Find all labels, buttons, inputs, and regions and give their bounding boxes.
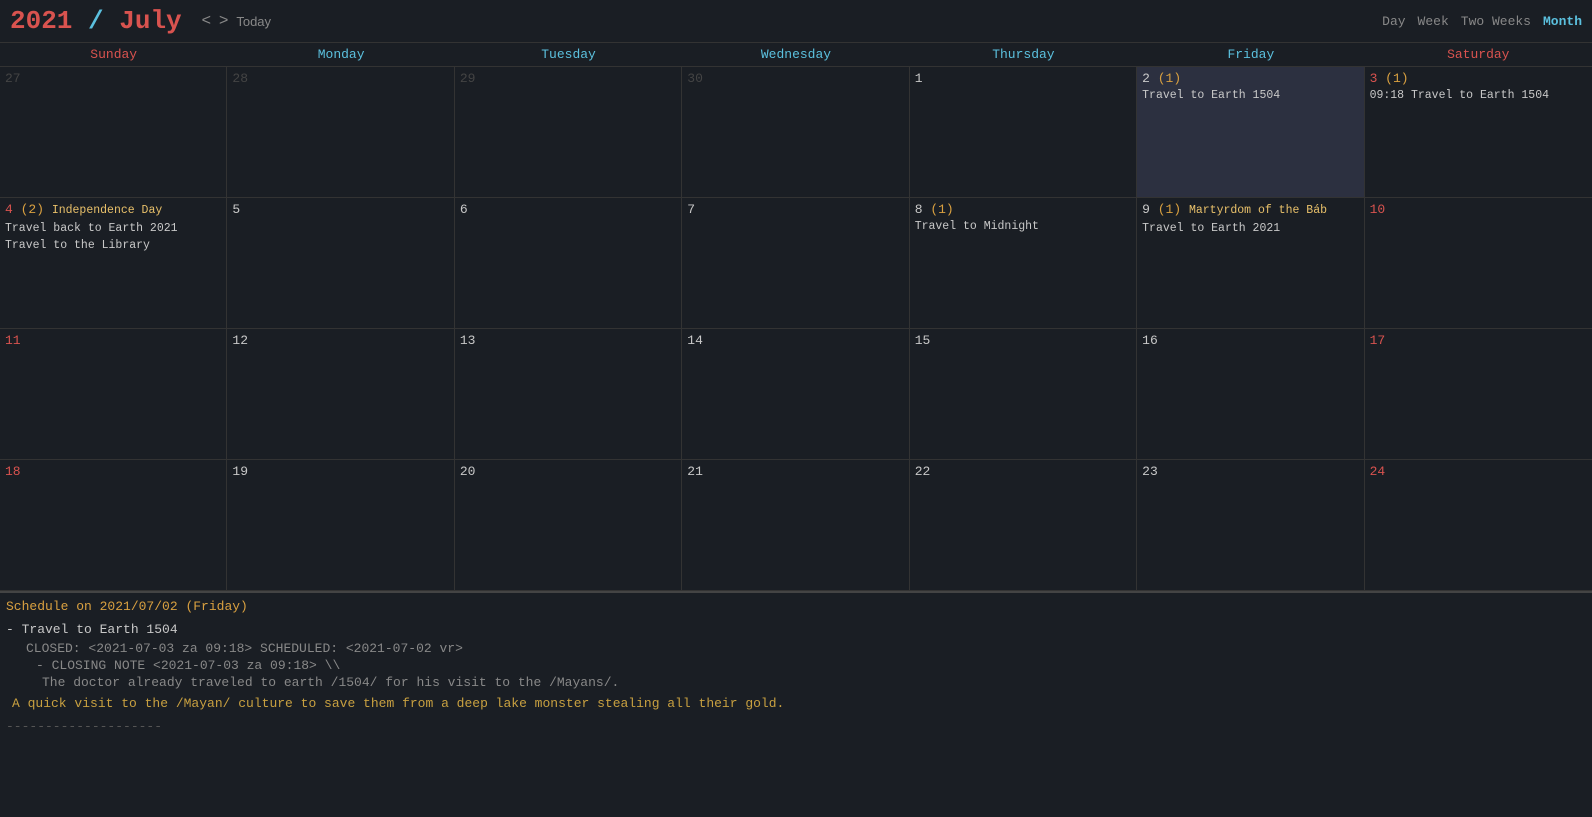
day-num: 14 xyxy=(687,333,903,348)
day-7-jul[interactable]: 7 xyxy=(682,198,909,328)
separator: / xyxy=(72,6,119,36)
day-num: 7 xyxy=(687,202,903,217)
header-wednesday: Wednesday xyxy=(682,43,909,66)
day-27-jun[interactable]: 27 xyxy=(0,67,227,197)
day-num: 13 xyxy=(460,333,676,348)
week-row-4: 18 19 20 21 22 23 24 xyxy=(0,460,1592,591)
day-5-jul[interactable]: 5 xyxy=(227,198,454,328)
two-weeks-view-button[interactable]: Two Weeks xyxy=(1461,14,1531,29)
month-view-button[interactable]: Month xyxy=(1543,14,1582,29)
week-row-3: 11 12 13 14 15 16 17 xyxy=(0,329,1592,460)
day-3-jul[interactable]: 3 (1) 09:18 Travel to Earth 1504 xyxy=(1365,67,1592,197)
day-16-jul[interactable]: 16 xyxy=(1137,329,1364,459)
day-28-jun[interactable]: 28 xyxy=(227,67,454,197)
day-num: 17 xyxy=(1370,333,1587,348)
today-button[interactable]: Today xyxy=(236,14,271,29)
day-6-jul[interactable]: 6 xyxy=(455,198,682,328)
header-sunday: Sunday xyxy=(0,43,227,66)
day-29-jun[interactable]: 29 xyxy=(455,67,682,197)
event-travel-earth-1504-fri[interactable]: Travel to Earth 1504 xyxy=(1142,88,1358,104)
view-buttons: Day Week Two Weeks Month xyxy=(1382,14,1582,29)
prev-button[interactable]: < xyxy=(198,12,215,30)
day-num: 15 xyxy=(915,333,1131,348)
day-21-jul[interactable]: 21 xyxy=(682,460,909,590)
day-11-jul[interactable]: 11 xyxy=(0,329,227,459)
day-13-jul[interactable]: 13 xyxy=(455,329,682,459)
day-num: 9 (1) Martyrdom of the Báb xyxy=(1142,202,1358,219)
day-num: 16 xyxy=(1142,333,1358,348)
day-num: 24 xyxy=(1370,464,1587,479)
day-headers: Sunday Monday Tuesday Wednesday Thursday… xyxy=(0,43,1592,67)
day-num: 22 xyxy=(915,464,1131,479)
event-travel-library[interactable]: Travel to the Library xyxy=(5,238,221,254)
day-15-jul[interactable]: 15 xyxy=(910,329,1137,459)
day-num: 6 xyxy=(460,202,676,217)
header: 2021 / July < > Today Day Week Two Weeks… xyxy=(0,0,1592,43)
day-19-jul[interactable]: 19 xyxy=(227,460,454,590)
day-num: 21 xyxy=(687,464,903,479)
header-saturday: Saturday xyxy=(1365,43,1592,66)
day-1-jul[interactable]: 1 xyxy=(910,67,1137,197)
day-num: 8 (1) xyxy=(915,202,1131,217)
month-label: July xyxy=(119,6,181,36)
day-num: 4 (2) Independence Day xyxy=(5,202,221,219)
day-num: 11 xyxy=(5,333,221,348)
day-num: 27 xyxy=(5,71,221,86)
day-num: 3 (1) xyxy=(1370,71,1587,86)
schedule-header: Schedule on 2021/07/02 (Friday) xyxy=(6,599,1586,614)
day-12-jul[interactable]: 12 xyxy=(227,329,454,459)
day-24-jul[interactable]: 24 xyxy=(1365,460,1592,590)
day-14-jul[interactable]: 14 xyxy=(682,329,909,459)
day-num: 12 xyxy=(232,333,448,348)
calendar: Sunday Monday Tuesday Wednesday Thursday… xyxy=(0,43,1592,591)
day-4-jul[interactable]: 4 (2) Independence Day Travel back to Ea… xyxy=(0,198,227,328)
header-friday: Friday xyxy=(1137,43,1364,66)
week-view-button[interactable]: Week xyxy=(1418,14,1449,29)
week-row-2: 4 (2) Independence Day Travel back to Ea… xyxy=(0,198,1592,329)
day-17-jul[interactable]: 17 xyxy=(1365,329,1592,459)
day-8-jul[interactable]: 8 (1) Travel to Midnight xyxy=(910,198,1137,328)
event-travel-back-earth[interactable]: Travel back to Earth 2021 xyxy=(5,221,221,237)
day-num: 1 xyxy=(915,71,1131,86)
day-num: 30 xyxy=(687,71,903,86)
next-button[interactable]: > xyxy=(215,12,232,30)
event-travel-midnight[interactable]: Travel to Midnight xyxy=(915,219,1131,235)
header-tuesday: Tuesday xyxy=(455,43,682,66)
day-18-jul[interactable]: 18 xyxy=(0,460,227,590)
day-2-jul[interactable]: 2 (1) Travel to Earth 1504 xyxy=(1137,67,1364,197)
day-num: 23 xyxy=(1142,464,1358,479)
schedule-divider: -------------------- xyxy=(6,719,1586,734)
week-row-1: 27 28 29 30 1 2 (1) Travel to Earth 1504… xyxy=(0,67,1592,198)
day-view-button[interactable]: Day xyxy=(1382,14,1405,29)
day-num: 10 xyxy=(1370,202,1587,217)
event-travel-earth-2021[interactable]: Travel to Earth 2021 xyxy=(1142,221,1358,237)
day-23-jul[interactable]: 23 xyxy=(1137,460,1364,590)
day-num: 2 (1) xyxy=(1142,71,1358,86)
schedule-section: Schedule on 2021/07/02 (Friday) - Travel… xyxy=(0,591,1592,734)
schedule-item-title: - Travel to Earth 1504 xyxy=(6,622,1586,637)
day-20-jul[interactable]: 20 xyxy=(455,460,682,590)
schedule-date: Schedule on 2021/07/02 xyxy=(6,599,185,614)
schedule-closing-note-line: The doctor already traveled to earth /15… xyxy=(42,675,1586,690)
weeks-container: 27 28 29 30 1 2 (1) Travel to Earth 1504… xyxy=(0,67,1592,591)
event-travel-earth-1504-sat[interactable]: 09:18 Travel to Earth 1504 xyxy=(1370,88,1587,104)
schedule-description: A quick visit to the /Mayan/ culture to … xyxy=(12,696,1586,711)
schedule-closed: CLOSED: <2021-07-03 za 09:18> SCHEDULED:… xyxy=(26,641,1586,656)
day-30-jun[interactable]: 30 xyxy=(682,67,909,197)
day-num: 28 xyxy=(232,71,448,86)
header-monday: Monday xyxy=(227,43,454,66)
day-num: 18 xyxy=(5,464,221,479)
schedule-day: (Friday) xyxy=(185,599,247,614)
day-22-jul[interactable]: 22 xyxy=(910,460,1137,590)
calendar-title: 2021 / July xyxy=(10,6,182,36)
day-num: 5 xyxy=(232,202,448,217)
day-10-jul[interactable]: 10 xyxy=(1365,198,1592,328)
year-label: 2021 xyxy=(10,6,72,36)
header-thursday: Thursday xyxy=(910,43,1137,66)
day-num: 29 xyxy=(460,71,676,86)
day-num: 19 xyxy=(232,464,448,479)
day-9-jul[interactable]: 9 (1) Martyrdom of the Báb Travel to Ear… xyxy=(1137,198,1364,328)
day-num: 20 xyxy=(460,464,676,479)
schedule-closing-note-label: - CLOSING NOTE <2021-07-03 za 09:18> \\ xyxy=(36,658,1586,673)
